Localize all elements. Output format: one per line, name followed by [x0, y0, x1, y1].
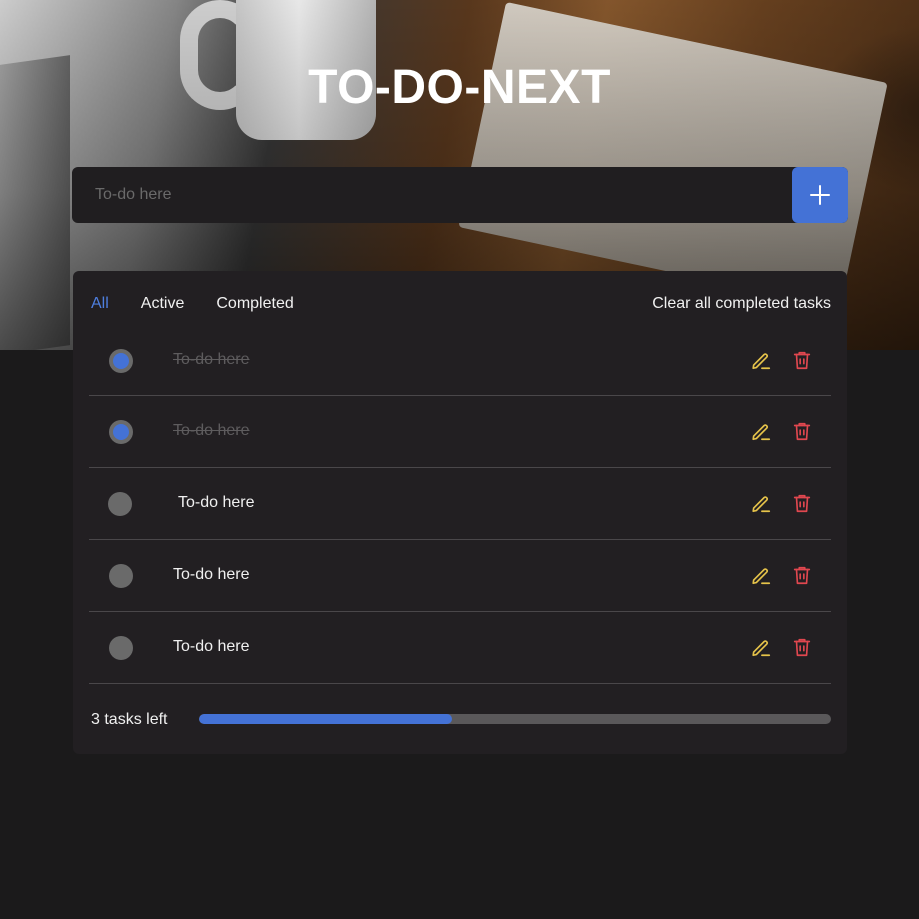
todo-checkbox[interactable]	[109, 636, 133, 660]
trash-icon	[793, 351, 811, 370]
new-todo-bar	[72, 167, 848, 223]
todo-item: To-do here	[89, 325, 831, 396]
todo-checkbox[interactable]	[109, 420, 133, 444]
todo-checkbox[interactable]	[108, 492, 132, 516]
pencil-icon	[752, 568, 771, 585]
todo-item: To-do here	[89, 396, 831, 468]
progress-fill	[199, 714, 452, 724]
filter-all[interactable]: All	[91, 295, 109, 317]
todo-text: To-do here	[173, 638, 250, 655]
todo-text: To-do here	[173, 422, 250, 439]
todo-item: To-do here	[89, 540, 831, 612]
trash-icon	[793, 638, 811, 657]
filter-completed[interactable]: Completed	[216, 295, 293, 317]
todo-panel: All Active Completed Clear all completed…	[73, 271, 847, 754]
plus-icon	[810, 185, 830, 205]
todo-item: To-do here	[89, 612, 831, 684]
trash-icon	[793, 422, 811, 441]
todo-text: To-do here	[173, 566, 250, 583]
edit-button[interactable]	[749, 419, 773, 443]
clear-completed-button[interactable]: Clear all completed tasks	[652, 295, 831, 313]
delete-button[interactable]	[790, 348, 814, 372]
todo-text: To-do here	[178, 494, 255, 511]
trash-icon	[793, 494, 811, 513]
filter-active[interactable]: Active	[141, 295, 185, 317]
pencil-icon	[752, 424, 771, 441]
delete-button[interactable]	[790, 635, 814, 659]
edit-button[interactable]	[749, 635, 773, 659]
todo-text: To-do here	[173, 351, 250, 368]
app-title: TO-DO-NEXT	[308, 61, 611, 114]
edit-button[interactable]	[749, 348, 773, 372]
todo-checkbox[interactable]	[109, 349, 133, 373]
progress-bar	[199, 714, 831, 724]
delete-button[interactable]	[790, 419, 814, 443]
delete-button[interactable]	[790, 491, 814, 515]
trash-icon	[793, 566, 811, 585]
pencil-icon	[752, 640, 771, 657]
todo-item: To-do here	[89, 468, 831, 540]
todo-list: To-do here To-do here To-do here To-do h…	[89, 325, 831, 684]
delete-button[interactable]	[790, 563, 814, 587]
todo-footer: 3 tasks left	[91, 711, 831, 731]
edit-button[interactable]	[749, 563, 773, 587]
filter-tabs: All Active Completed	[91, 295, 326, 317]
edit-button[interactable]	[749, 491, 773, 515]
pencil-icon	[752, 496, 771, 513]
pencil-icon	[752, 353, 771, 370]
todo-checkbox[interactable]	[109, 564, 133, 588]
add-todo-button[interactable]	[792, 167, 848, 223]
todo-input[interactable]	[72, 167, 792, 223]
tasks-left-count: 3 tasks left	[91, 711, 168, 728]
